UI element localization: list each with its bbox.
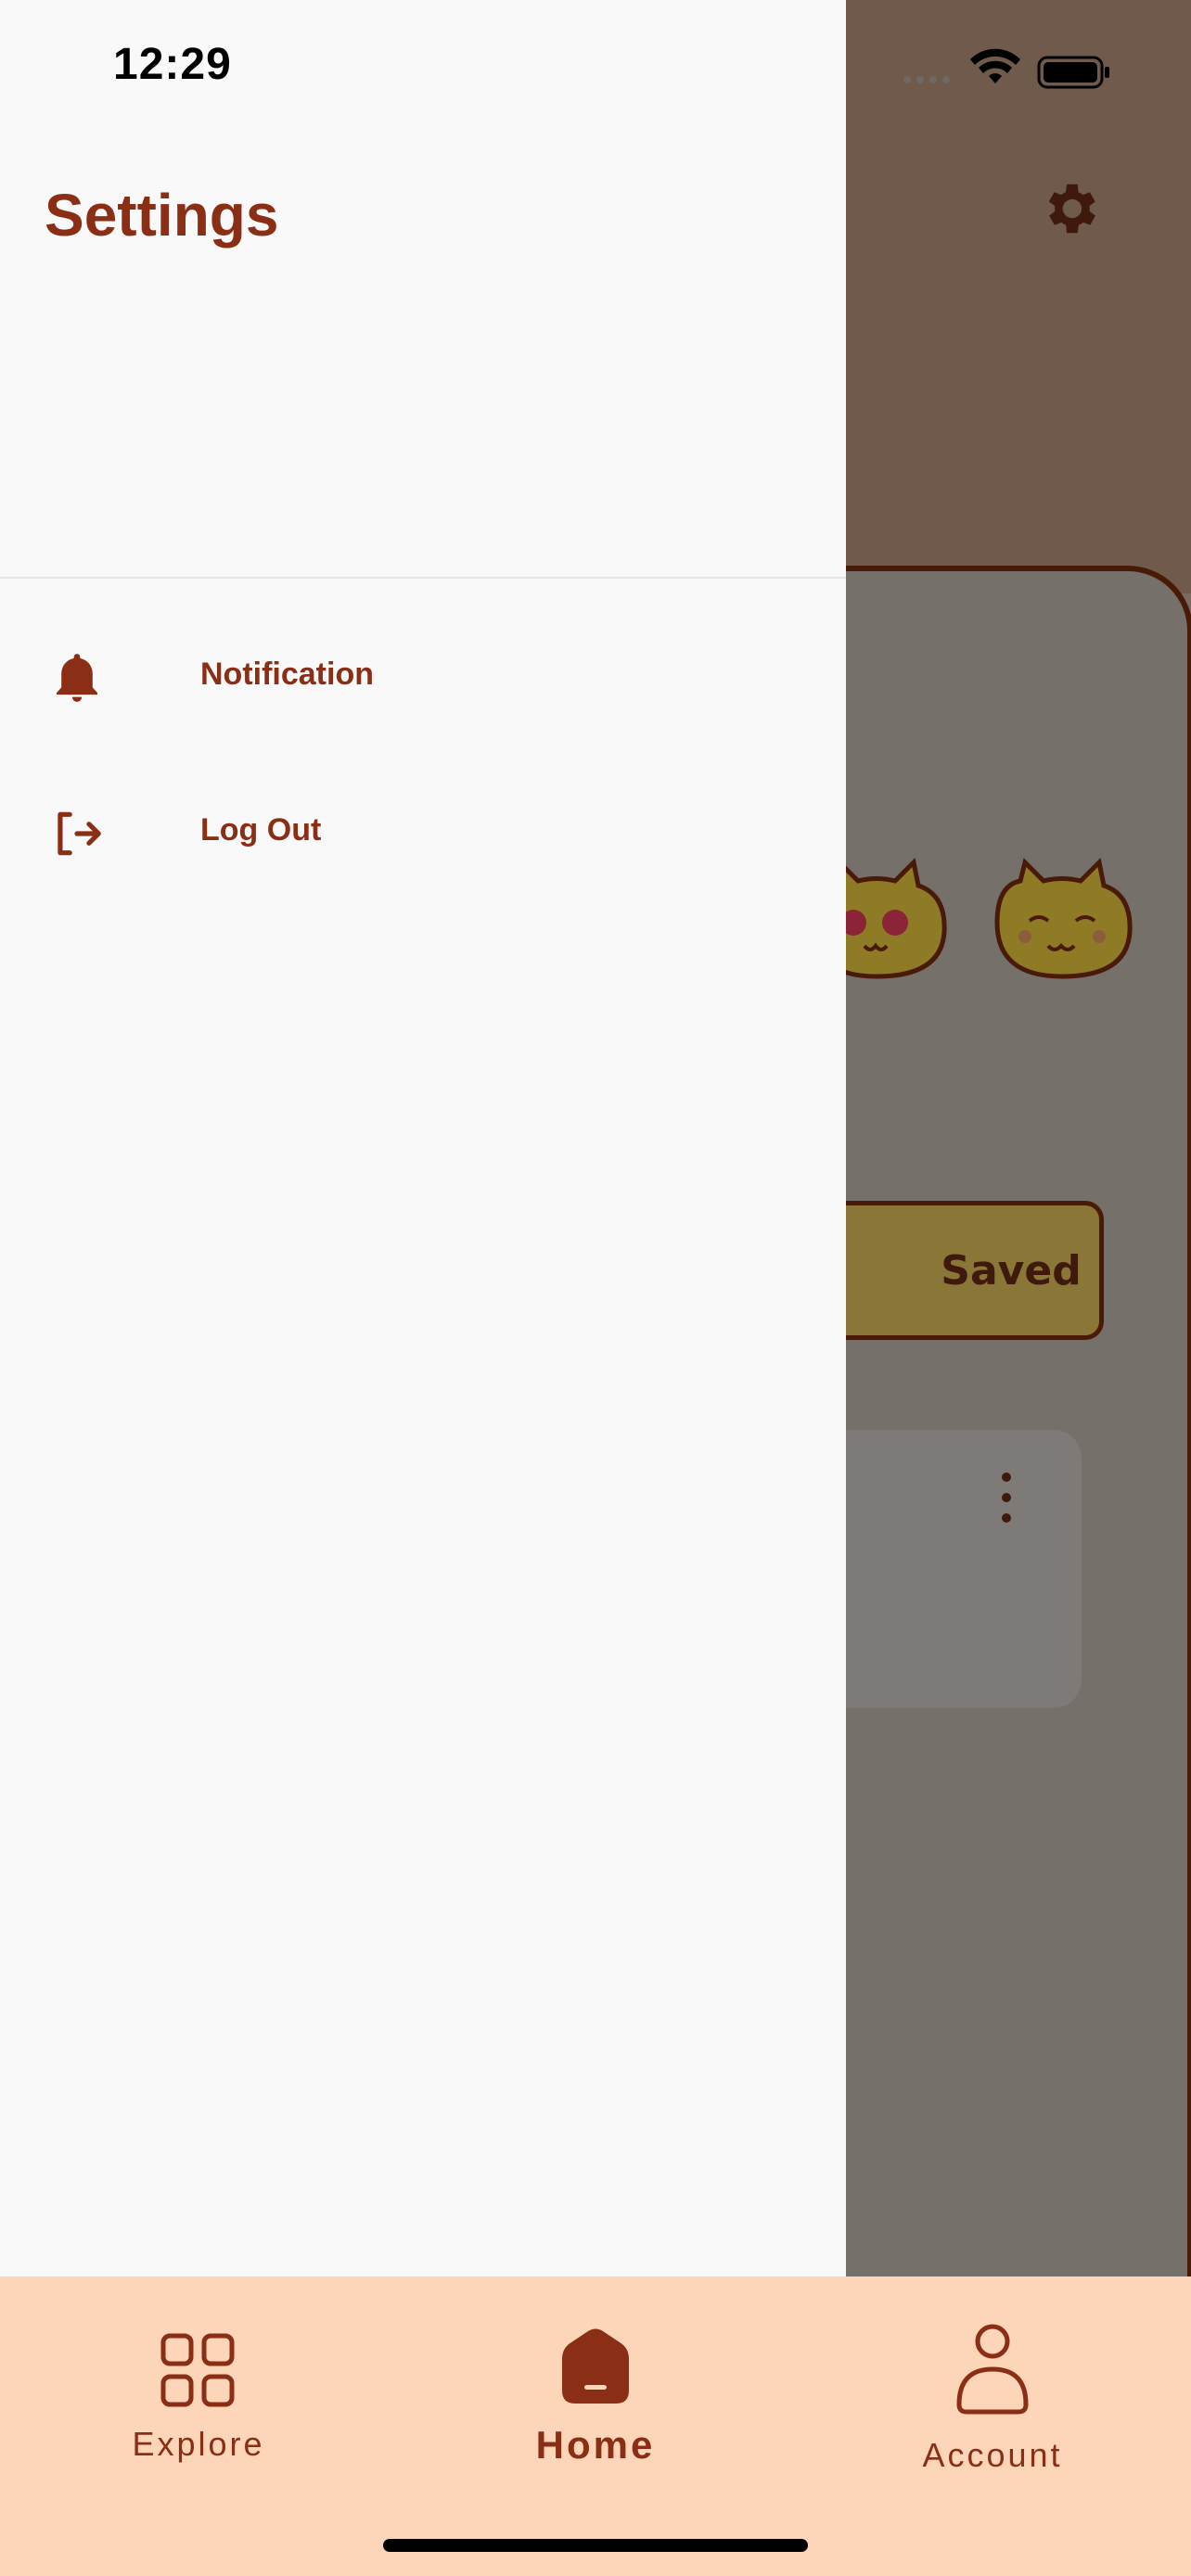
status-time: 12:29 [113, 40, 232, 89]
nav-label: Home [535, 2423, 656, 2467]
wifi-icon [970, 48, 1020, 83]
grid-icon [160, 2333, 235, 2407]
nav-label: Account [922, 2436, 1063, 2474]
battery-icon [1037, 56, 1109, 89]
logout-icon [58, 811, 101, 856]
cat-face-icon[interactable] [983, 858, 1141, 983]
home-indicator [383, 2539, 808, 2552]
nav-item-explore[interactable]: Explore [0, 2276, 397, 2508]
bell-icon [57, 654, 97, 702]
nav-item-home[interactable]: Home [397, 2276, 794, 2508]
nav-label: Explore [132, 2425, 265, 2463]
gear-icon[interactable] [1037, 176, 1102, 241]
drawer-title: Settings [45, 182, 279, 249]
status-bar-icons [903, 48, 1109, 89]
signal-icon [903, 76, 950, 83]
home-icon [562, 2328, 629, 2404]
more-vertical-icon[interactable] [997, 1470, 1016, 1525]
menu-item-logout[interactable]: Log Out [0, 777, 846, 888]
user-icon [956, 2324, 1029, 2415]
nav-item-account[interactable]: Account [794, 2276, 1191, 2508]
divider [0, 577, 846, 579]
settings-drawer: 12:29 Settings Notification Log Out [0, 0, 846, 2276]
menu-item-notification[interactable]: Notification [0, 621, 846, 733]
menu-item-label: Log Out [200, 812, 322, 848]
bottom-navigation: Explore Home Account [0, 2276, 1191, 2576]
menu-item-label: Notification [200, 657, 374, 692]
